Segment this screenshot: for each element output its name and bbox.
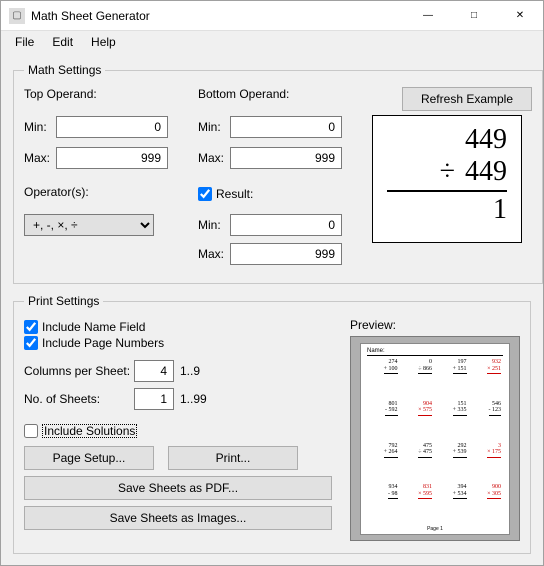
include-name-checkbox-label[interactable]: Include Name Field	[24, 320, 332, 334]
preview-problem: 475÷ 475	[402, 443, 435, 483]
save-pdf-button[interactable]: Save Sheets as PDF...	[24, 476, 332, 500]
top-min-label: Min:	[24, 120, 56, 134]
include-page-checkbox[interactable]	[24, 336, 38, 350]
bottom-max-label: Max:	[198, 151, 230, 165]
result-label-text: Result:	[216, 187, 253, 201]
save-images-button[interactable]: Save Sheets as Images...	[24, 506, 332, 530]
menu-help[interactable]: Help	[83, 33, 124, 51]
top-min-input[interactable]	[56, 116, 168, 138]
client-area: Math Settings Top Operand: Bottom Operan…	[1, 53, 543, 565]
preview-problem-grid: 274+ 1000÷ 866197+ 151932× 251801- 59290…	[367, 359, 503, 524]
top-operand-label: Top Operand:	[24, 87, 184, 109]
top-max-label: Max:	[24, 151, 56, 165]
math-settings-group: Math Settings Top Operand: Bottom Operan…	[13, 63, 543, 284]
menubar: File Edit Help	[1, 31, 543, 53]
sheets-input[interactable]	[134, 388, 174, 410]
preview-problem: 801- 592	[367, 401, 400, 441]
operators-label: Operator(s):	[24, 185, 184, 206]
window-title: Math Sheet Generator	[31, 9, 405, 23]
example-bottom: 449	[465, 156, 507, 188]
preview-frame: Name: 274+ 1000÷ 866197+ 151932× 251 801-…	[350, 336, 520, 541]
menu-file[interactable]: File	[7, 33, 42, 51]
example-operator: ÷	[440, 156, 455, 188]
include-solutions-checkbox-label[interactable]: Include Solutions	[24, 424, 332, 438]
sheets-label: No. of Sheets:	[24, 392, 134, 406]
preview-problem: 831× 595	[402, 484, 435, 524]
result-max-label: Max:	[198, 247, 230, 261]
preview-problem: 3× 175	[471, 443, 504, 483]
operators-combo[interactable]: +, -, ×, ÷	[24, 214, 154, 236]
example-preview: 449 ÷ 449 1	[372, 115, 522, 243]
top-max-input[interactable]	[56, 147, 168, 169]
include-page-text: Include Page Numbers	[42, 336, 164, 350]
result-checkbox-label[interactable]: Result:	[198, 187, 358, 201]
columns-input[interactable]	[134, 360, 174, 382]
bottom-min-label: Min:	[198, 120, 230, 134]
result-max-input[interactable]	[230, 243, 342, 265]
include-name-text: Include Name Field	[42, 320, 145, 334]
result-checkbox[interactable]	[198, 187, 212, 201]
math-settings-legend: Math Settings	[24, 63, 105, 77]
close-button[interactable]: ✕	[497, 1, 543, 31]
preview-name-field: Name:	[367, 348, 503, 356]
preview-problem: 792+ 264	[367, 443, 400, 483]
bottom-operand-label: Bottom Operand:	[198, 87, 358, 109]
preview-problem: 546- 123	[471, 401, 504, 441]
preview-problem: 197+ 151	[436, 359, 469, 399]
preview-problem: 394+ 534	[436, 484, 469, 524]
example-rule	[387, 190, 507, 192]
titlebar: ▢ Math Sheet Generator — □ ✕	[1, 1, 543, 31]
maximize-button[interactable]: □	[451, 1, 497, 31]
sheets-hint: 1..99	[180, 392, 207, 406]
include-solutions-checkbox[interactable]	[24, 424, 38, 438]
preview-problem: 934- 98	[367, 484, 400, 524]
preview-problem: 900× 305	[471, 484, 504, 524]
preview-problem: 904× 575	[402, 401, 435, 441]
result-min-label: Min:	[198, 218, 230, 232]
print-settings-group: Print Settings Include Name Field Includ…	[13, 294, 531, 554]
preview-problem: 151+ 335	[436, 401, 469, 441]
preview-problem: 0÷ 866	[402, 359, 435, 399]
window-controls: — □ ✕	[405, 1, 543, 31]
page-setup-button[interactable]: Page Setup...	[24, 446, 154, 470]
columns-label: Columns per Sheet:	[24, 364, 134, 378]
app-window: ▢ Math Sheet Generator — □ ✕ File Edit H…	[0, 0, 544, 566]
preview-problem: 274+ 100	[367, 359, 400, 399]
menu-edit[interactable]: Edit	[44, 33, 81, 51]
print-settings-legend: Print Settings	[24, 294, 103, 308]
example-result: 1	[493, 194, 507, 226]
minimize-button[interactable]: —	[405, 1, 451, 31]
app-icon: ▢	[9, 8, 25, 24]
result-min-input[interactable]	[230, 214, 342, 236]
preview-page-number: Page 1	[367, 526, 503, 532]
columns-hint: 1..9	[180, 364, 200, 378]
preview-page: Name: 274+ 1000÷ 866197+ 151932× 251 801-…	[360, 343, 510, 535]
include-page-checkbox-label[interactable]: Include Page Numbers	[24, 336, 332, 350]
bottom-max-input[interactable]	[230, 147, 342, 169]
preview-problem: 932× 251	[471, 359, 504, 399]
bottom-min-input[interactable]	[230, 116, 342, 138]
refresh-example-button[interactable]: Refresh Example	[402, 87, 532, 111]
example-top: 449	[465, 124, 507, 156]
include-solutions-text: Include Solutions	[42, 424, 137, 438]
preview-problem: 292+ 539	[436, 443, 469, 483]
include-name-checkbox[interactable]	[24, 320, 38, 334]
print-button[interactable]: Print...	[168, 446, 298, 470]
preview-label: Preview:	[350, 318, 520, 332]
